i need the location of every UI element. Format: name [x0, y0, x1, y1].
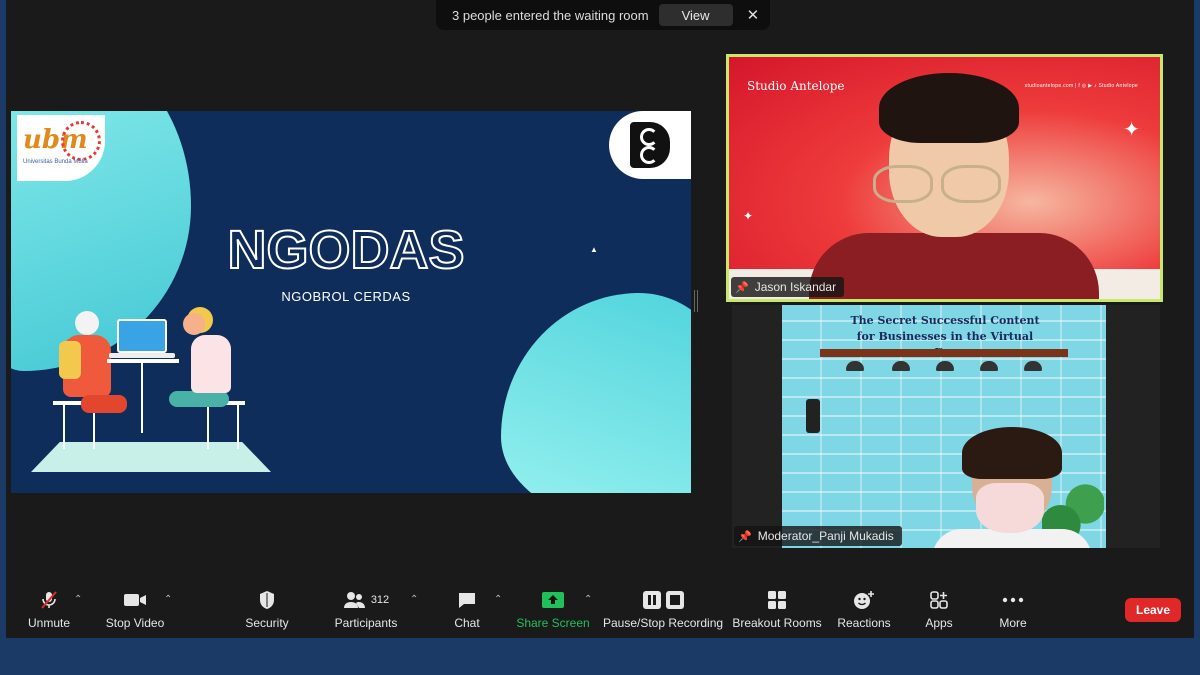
participant-name-tag: 📌 Moderator_Panji Mukadis	[734, 526, 902, 546]
people-at-table-illustration	[23, 307, 283, 477]
pin-icon: 📌	[738, 530, 752, 543]
pause-icon	[642, 590, 662, 610]
panel-resize-handle[interactable]	[694, 290, 698, 312]
mouse-cursor-icon: ▲	[590, 245, 598, 254]
unmute-button[interactable]: Unmute	[24, 588, 74, 634]
slide-title-block: NGODAS NGOBROL CERDAS	[196, 219, 496, 304]
face-mask	[976, 483, 1044, 533]
smiley-plus-icon	[853, 588, 875, 612]
security-button[interactable]: Security	[245, 588, 289, 634]
apps-icon	[929, 588, 949, 612]
backdrop-brand: Studio Antelope	[747, 79, 845, 93]
video-options-caret-icon[interactable]: ⌃	[164, 594, 172, 605]
backdrop-sign: The Secret Successful Content for Busine…	[850, 314, 1040, 359]
share-screen-arrow-icon	[542, 588, 564, 612]
participants-options-caret-icon[interactable]: ⌃	[410, 594, 418, 605]
pin-icon: 📌	[735, 281, 749, 294]
sparkle-icon: ✦	[1123, 119, 1140, 141]
slide-title: NGODAS	[226, 219, 465, 281]
reactions-button[interactable]: Reactions	[837, 588, 891, 634]
participants-icon	[343, 591, 367, 609]
breakout-rooms-button[interactable]: Breakout Rooms	[732, 588, 822, 634]
shield-icon	[258, 588, 276, 612]
chat-options-caret-icon[interactable]: ⌃	[494, 594, 502, 605]
stop-icon	[665, 590, 685, 610]
stop-video-button[interactable]: Stop Video	[106, 588, 164, 634]
chat-button[interactable]: Chat	[452, 588, 482, 634]
microphone-muted-icon	[39, 588, 59, 612]
more-dots-icon	[1002, 588, 1024, 612]
backdrop-links: studioantelope.com | f ◎ ▶ ♪ Studio Ante…	[1024, 83, 1138, 89]
slide-decor-blob	[501, 293, 691, 493]
chat-bubble-icon	[457, 588, 477, 612]
meeting-controls-toolbar: Unmute ⌃ Stop Video ⌃ Security 312 Parti…	[6, 578, 1194, 638]
sparkle-icon: ✦	[743, 209, 754, 223]
shared-screen-slide: ubm Universitas Bunda Mulia NGODAS NGOBR…	[11, 111, 691, 493]
participants-button[interactable]: 312 Participants	[334, 588, 398, 634]
more-button[interactable]: More	[996, 588, 1030, 634]
audio-options-caret-icon[interactable]: ⌃	[74, 594, 82, 605]
apps-button[interactable]: Apps	[922, 588, 956, 634]
meeting-window: 3 people entered the waiting room View ✕…	[6, 0, 1194, 638]
view-waiting-room-button[interactable]: View	[658, 4, 733, 26]
video-tile-participant[interactable]: The Secret Successful Content for Busine…	[732, 305, 1160, 548]
share-options-caret-icon[interactable]: ⌃	[584, 594, 592, 605]
virtual-background: The Secret Successful Content for Busine…	[782, 305, 1106, 548]
participant-name-tag: 📌 Jason Iskandar	[731, 277, 845, 297]
leave-meeting-button[interactable]: Leave	[1125, 598, 1181, 622]
notification-message: 3 people entered the waiting room	[452, 7, 649, 23]
slide-subtitle: NGOBROL CERDAS	[281, 289, 411, 304]
video-tile-active-speaker[interactable]: Studio Antelope studioantelope.com | f ◎…	[726, 54, 1163, 302]
breakout-rooms-grid-icon	[767, 588, 787, 612]
b-logo	[609, 111, 691, 179]
close-icon[interactable]: ✕	[747, 6, 760, 24]
waiting-room-notification: 3 people entered the waiting room View ✕	[436, 0, 770, 30]
share-screen-button[interactable]: Share Screen	[516, 588, 590, 634]
pause-stop-recording-button[interactable]: Pause/Stop Recording	[603, 588, 723, 634]
participants-count: 312	[370, 594, 390, 606]
video-camera-icon	[123, 588, 147, 612]
